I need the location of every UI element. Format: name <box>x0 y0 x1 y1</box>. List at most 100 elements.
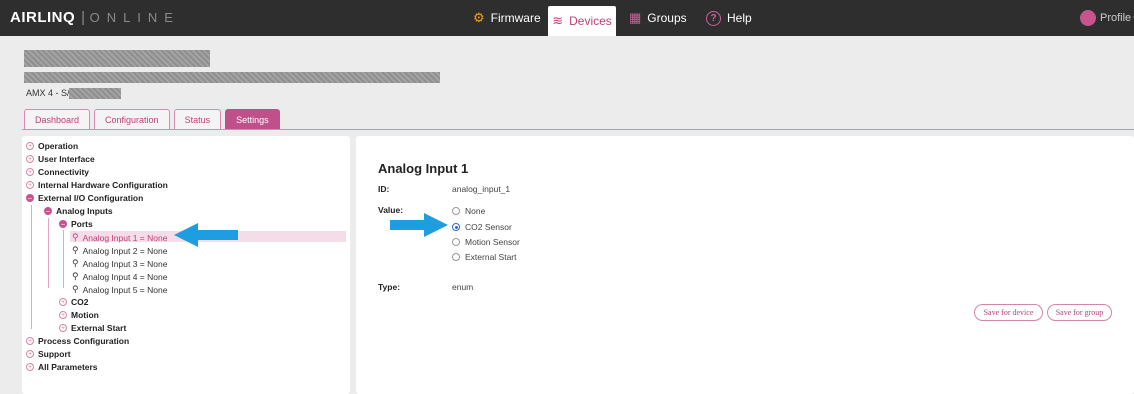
radio-option-motion-sensor[interactable]: Motion Sensor <box>452 237 520 247</box>
radio-label: CO2 Sensor <box>465 222 512 232</box>
tree-label: Analog Input 3 = None <box>82 258 168 269</box>
radio-button[interactable] <box>452 253 460 261</box>
tree-label: Motion <box>71 310 99 320</box>
tree-item-analog-input-2[interactable]: ⚲ Analog Input 2 = None <box>72 245 167 256</box>
avatar <box>1080 10 1096 26</box>
tab-status[interactable]: Status <box>173 109 222 130</box>
tab-bar: Dashboard Configuration Status Settings <box>24 109 284 130</box>
profile-menu[interactable]: Profile ▾ <box>1080 0 1134 36</box>
tree-label: External I/O Configuration <box>38 193 144 203</box>
wrench-icon: ⚲ <box>72 284 79 294</box>
expand-icon[interactable]: + <box>26 337 34 345</box>
radio-option-co2-sensor[interactable]: CO2 Sensor <box>452 222 512 232</box>
collapse-icon[interactable]: – <box>44 207 52 215</box>
tree-label: Process Configuration <box>38 336 130 346</box>
tree-label: Operation <box>38 141 79 151</box>
tree-label: External Start <box>71 323 127 333</box>
gear-icon: ⚙ <box>473 10 485 25</box>
tree-label: Connectivity <box>38 167 90 177</box>
expand-icon[interactable]: + <box>59 324 67 332</box>
expand-icon[interactable]: + <box>59 311 67 319</box>
tree-item-external-start[interactable]: + External Start <box>59 323 126 333</box>
nav-help[interactable]: ? Help <box>706 0 752 36</box>
tree-item-analog-input-4[interactable]: ⚲ Analog Input 4 = None <box>72 271 167 282</box>
top-navbar: AIRLINQ | ONLINE ⚙ Firmware ≋ Devices ▦ Gr… <box>0 0 1134 36</box>
tree-guide-line <box>31 205 32 329</box>
expand-icon[interactable]: + <box>26 168 34 176</box>
tree-item-analog-input-5[interactable]: ⚲ Analog Input 5 = None <box>72 284 167 295</box>
tab-configuration[interactable]: Configuration <box>94 109 170 130</box>
tree-label: Analog Input 1 = None <box>82 232 168 243</box>
tree-item-user-interface[interactable]: + User Interface <box>26 154 95 164</box>
radio-button[interactable] <box>452 238 460 246</box>
brand-main: AIRLINQ <box>10 9 76 26</box>
tree-item-co2[interactable]: + CO2 <box>59 297 88 307</box>
annotation-arrow-right-icon <box>390 213 448 237</box>
nav-firmware[interactable]: ⚙ Firmware <box>473 0 541 36</box>
tree-label: All Parameters <box>38 362 98 372</box>
collapse-icon[interactable]: – <box>26 194 34 202</box>
tree-item-motion[interactable]: + Motion <box>59 310 99 320</box>
tree-item-connectivity[interactable]: + Connectivity <box>26 167 89 177</box>
expand-icon[interactable]: + <box>26 142 34 150</box>
tree-item-process-configuration[interactable]: + Process Configuration <box>26 336 129 346</box>
devices-icon: ≋ <box>552 13 564 28</box>
tree-label: Ports <box>71 219 93 229</box>
radio-option-external-start[interactable]: External Start <box>452 252 517 262</box>
type-value: enum <box>452 282 474 292</box>
id-label: ID: <box>378 184 390 194</box>
tree-label: Analog Input 5 = None <box>82 284 168 295</box>
tree-item-external-io[interactable]: – External I/O Configuration <box>26 193 143 203</box>
tab-settings[interactable]: Settings <box>225 109 280 130</box>
wrench-icon: ⚲ <box>72 245 79 255</box>
nav-devices-label: Devices <box>569 14 612 28</box>
tree-label: Analog Input 4 = None <box>82 271 168 282</box>
nav-groups[interactable]: ▦ Groups <box>629 0 687 36</box>
expand-icon[interactable]: + <box>26 363 34 371</box>
expand-icon[interactable]: + <box>59 298 67 306</box>
expand-icon[interactable]: + <box>26 350 34 358</box>
expand-icon[interactable]: + <box>26 155 34 163</box>
tree-guide-line <box>48 218 49 288</box>
radio-label: None <box>465 206 486 216</box>
annotation-arrow-left-icon <box>174 223 238 247</box>
redacted-device-name <box>24 50 210 67</box>
tab-underline <box>22 129 1134 130</box>
profile-label: Profile <box>1100 12 1132 24</box>
tree-item-ports[interactable]: – Ports <box>59 219 93 229</box>
tab-dashboard[interactable]: Dashboard <box>24 109 91 130</box>
app-logo[interactable]: AIRLINQ | ONLINE <box>10 9 180 26</box>
nav-firmware-label: Firmware <box>490 11 541 25</box>
id-value: analog_input_1 <box>452 184 511 194</box>
parameter-title: Analog Input 1 <box>378 161 469 176</box>
type-label: Type: <box>378 282 401 292</box>
redacted-device-description <box>24 72 440 83</box>
radio-button-selected[interactable] <box>452 223 460 231</box>
expand-icon[interactable]: + <box>26 181 34 189</box>
help-icon: ? <box>706 10 721 26</box>
save-for-device-button[interactable]: Save for device <box>974 304 1043 321</box>
radio-button[interactable] <box>452 207 460 215</box>
nav-groups-label: Groups <box>647 11 687 25</box>
save-for-group-button[interactable]: Save for group <box>1047 304 1112 321</box>
brand-sub: ONLINE <box>89 10 180 25</box>
nav-devices[interactable]: ≋ Devices <box>548 6 616 36</box>
tree-label: Analog Input 2 = None <box>82 245 168 256</box>
wrench-icon: ⚲ <box>72 271 79 281</box>
collapse-icon[interactable]: – <box>59 220 67 228</box>
tree-item-support[interactable]: + Support <box>26 349 71 359</box>
tree-item-all-parameters[interactable]: + All Parameters <box>26 362 98 372</box>
tree-item-analog-input-3[interactable]: ⚲ Analog Input 3 = None <box>72 258 167 269</box>
grid-icon: ▦ <box>629 10 642 25</box>
wrench-icon: ⚲ <box>72 232 79 242</box>
tree-item-operation[interactable]: + Operation <box>26 141 78 151</box>
tree-label: Internal Hardware Configuration <box>38 180 168 190</box>
wrench-icon: ⚲ <box>72 258 79 268</box>
tree-item-analog-inputs[interactable]: – Analog Inputs <box>44 206 113 216</box>
tree-item-analog-input-1[interactable]: ⚲ Analog Input 1 = None <box>72 232 167 243</box>
tree-label: Support <box>38 349 71 359</box>
tree-item-internal-hardware[interactable]: + Internal Hardware Configuration <box>26 180 168 190</box>
tree-label: User Interface <box>38 154 95 164</box>
radio-label: Motion Sensor <box>465 237 520 247</box>
radio-option-none[interactable]: None <box>452 206 485 216</box>
